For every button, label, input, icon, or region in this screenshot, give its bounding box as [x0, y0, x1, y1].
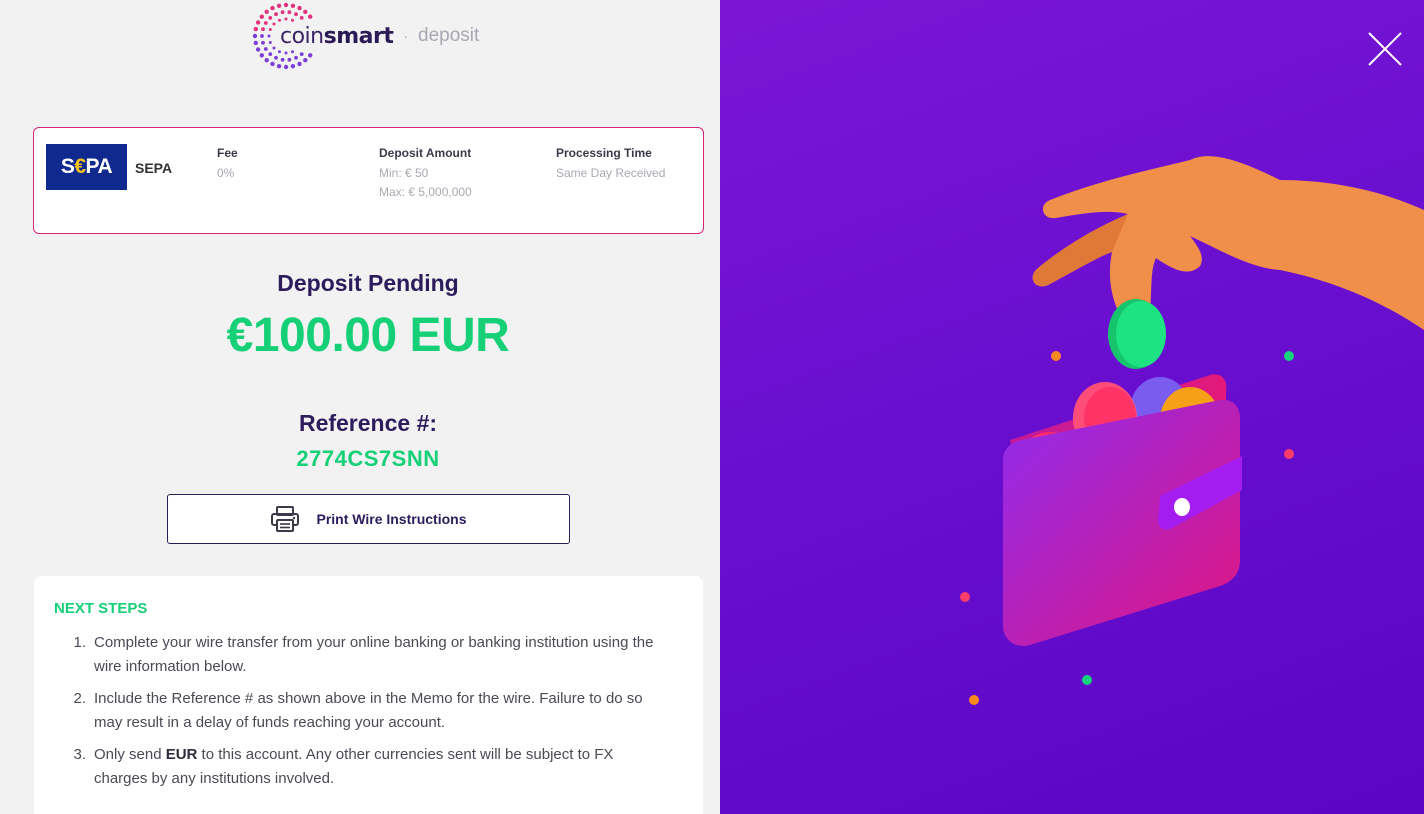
deposit-status-title: Deposit Pending	[277, 270, 459, 296]
processing-time-value: Same Day Received	[556, 166, 666, 180]
next-steps-card: NEXT STEPS 1. Complete your wire transfe…	[34, 576, 703, 814]
deposit-min: Min: € 50	[379, 166, 429, 180]
list-item: 3. Only send EUR to this account. Any ot…	[73, 746, 614, 787]
fee-column: Fee 0%	[217, 146, 238, 183]
next-steps-title: NEXT STEPS	[54, 600, 148, 617]
deposit-amount: €100.00 EUR	[226, 309, 510, 362]
list-item: 1. Complete your wire transfer from your…	[73, 634, 654, 675]
deposit-panel: coinsmart · deposit S € PA SEPA Fee 0% Dep…	[0, 0, 720, 814]
processing-time-column: Processing Time Same Day Received	[556, 146, 665, 183]
deposit-max: Max: € 5,000,000	[379, 185, 472, 199]
list-item: 2. Include the Reference # as shown abov…	[73, 690, 643, 731]
processing-time-label: Processing Time	[556, 146, 652, 160]
printer-icon	[271, 506, 300, 532]
print-button-label: Print Wire Instructions	[316, 511, 467, 527]
fee-label: Fee	[217, 146, 238, 160]
next-steps-list: 1. Complete your wire transfer from your…	[54, 631, 683, 791]
sepa-method-card: S € PA SEPA Fee 0% Deposit Amount Min: € 5…	[33, 127, 704, 234]
method-name: SEPA	[135, 160, 173, 176]
logo-separator: ·	[403, 28, 409, 44]
coinsmart-logo: coinsmart · deposit	[252, 0, 479, 72]
close-icon[interactable]	[1366, 30, 1404, 68]
reference-label: Reference #:	[298, 410, 438, 436]
logo-wordmark: coinsmart	[280, 23, 394, 49]
reference-value: 2774CS7SNN	[296, 446, 440, 471]
illustration-panel	[720, 0, 1424, 814]
deposit-amount-label: Deposit Amount	[379, 146, 472, 160]
sepa-logo: S € PA	[46, 144, 127, 190]
deposit-amount-column: Deposit Amount Min: € 50 Max: € 5,000,00…	[379, 146, 472, 202]
logo-subtitle: deposit	[418, 25, 480, 46]
hand-wallet-illustration	[960, 156, 1424, 705]
fee-value: 0%	[217, 166, 235, 180]
print-wire-instructions-button[interactable]: Print Wire Instructions	[167, 494, 570, 544]
